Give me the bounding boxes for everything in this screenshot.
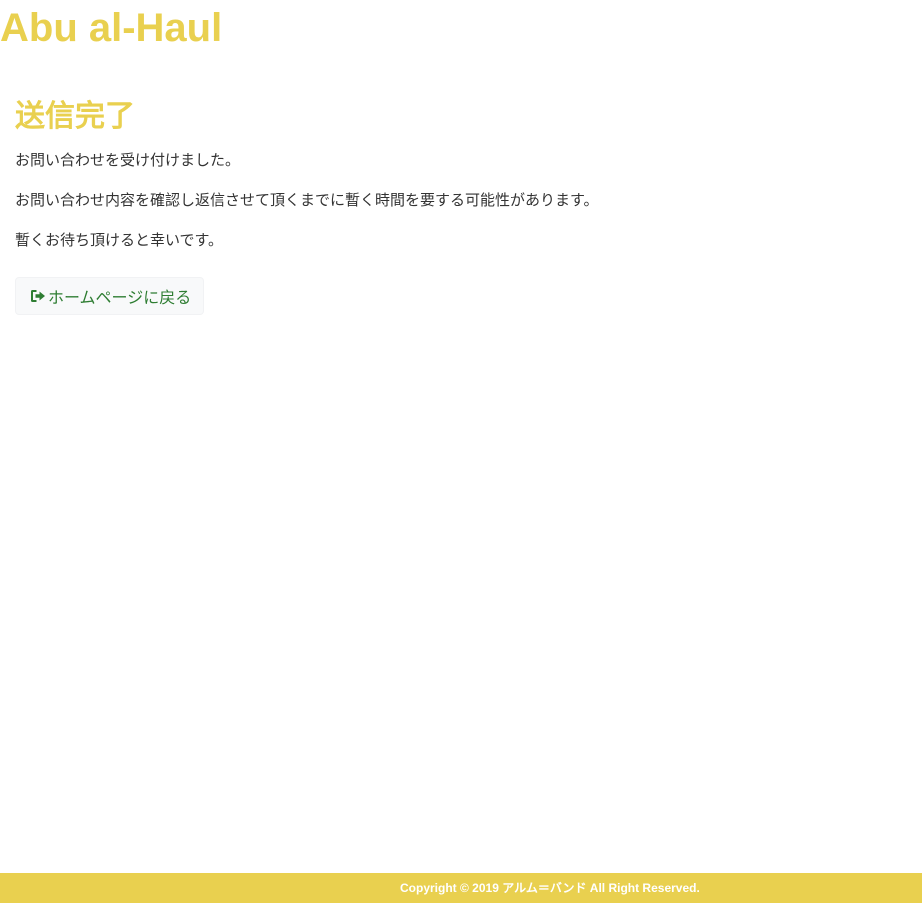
sign-out-icon — [30, 289, 46, 303]
page: Abu al-Haul 送信完了 お問い合わせを受け付けました。 お問い合わせ内… — [0, 0, 922, 903]
copyright-text: Copyright © 2019 アルム＝バンド All Right Reser… — [400, 881, 700, 895]
back-to-home-button[interactable]: ホームページに戻る — [15, 277, 205, 315]
message-please-wait: 暫くお待ち頂けると幸いです。 — [15, 231, 224, 249]
main-content: 送信完了 お問い合わせを受け付けました。 お問い合わせ内容を確認し返信させて頂く… — [15, 96, 895, 315]
site-title[interactable]: Abu al-Haul — [0, 6, 222, 50]
message-received: お問い合わせを受け付けました。 — [15, 151, 241, 169]
page-title: 送信完了 — [15, 99, 135, 134]
back-to-home-label: ホームページに戻る — [48, 288, 192, 307]
footer: Copyright © 2019 アルム＝バンド All Right Reser… — [0, 873, 922, 903]
message-reply-notice: お問い合わせ内容を確認し返信させて頂くまでに暫く時間を要する可能性があります。 — [15, 191, 599, 209]
